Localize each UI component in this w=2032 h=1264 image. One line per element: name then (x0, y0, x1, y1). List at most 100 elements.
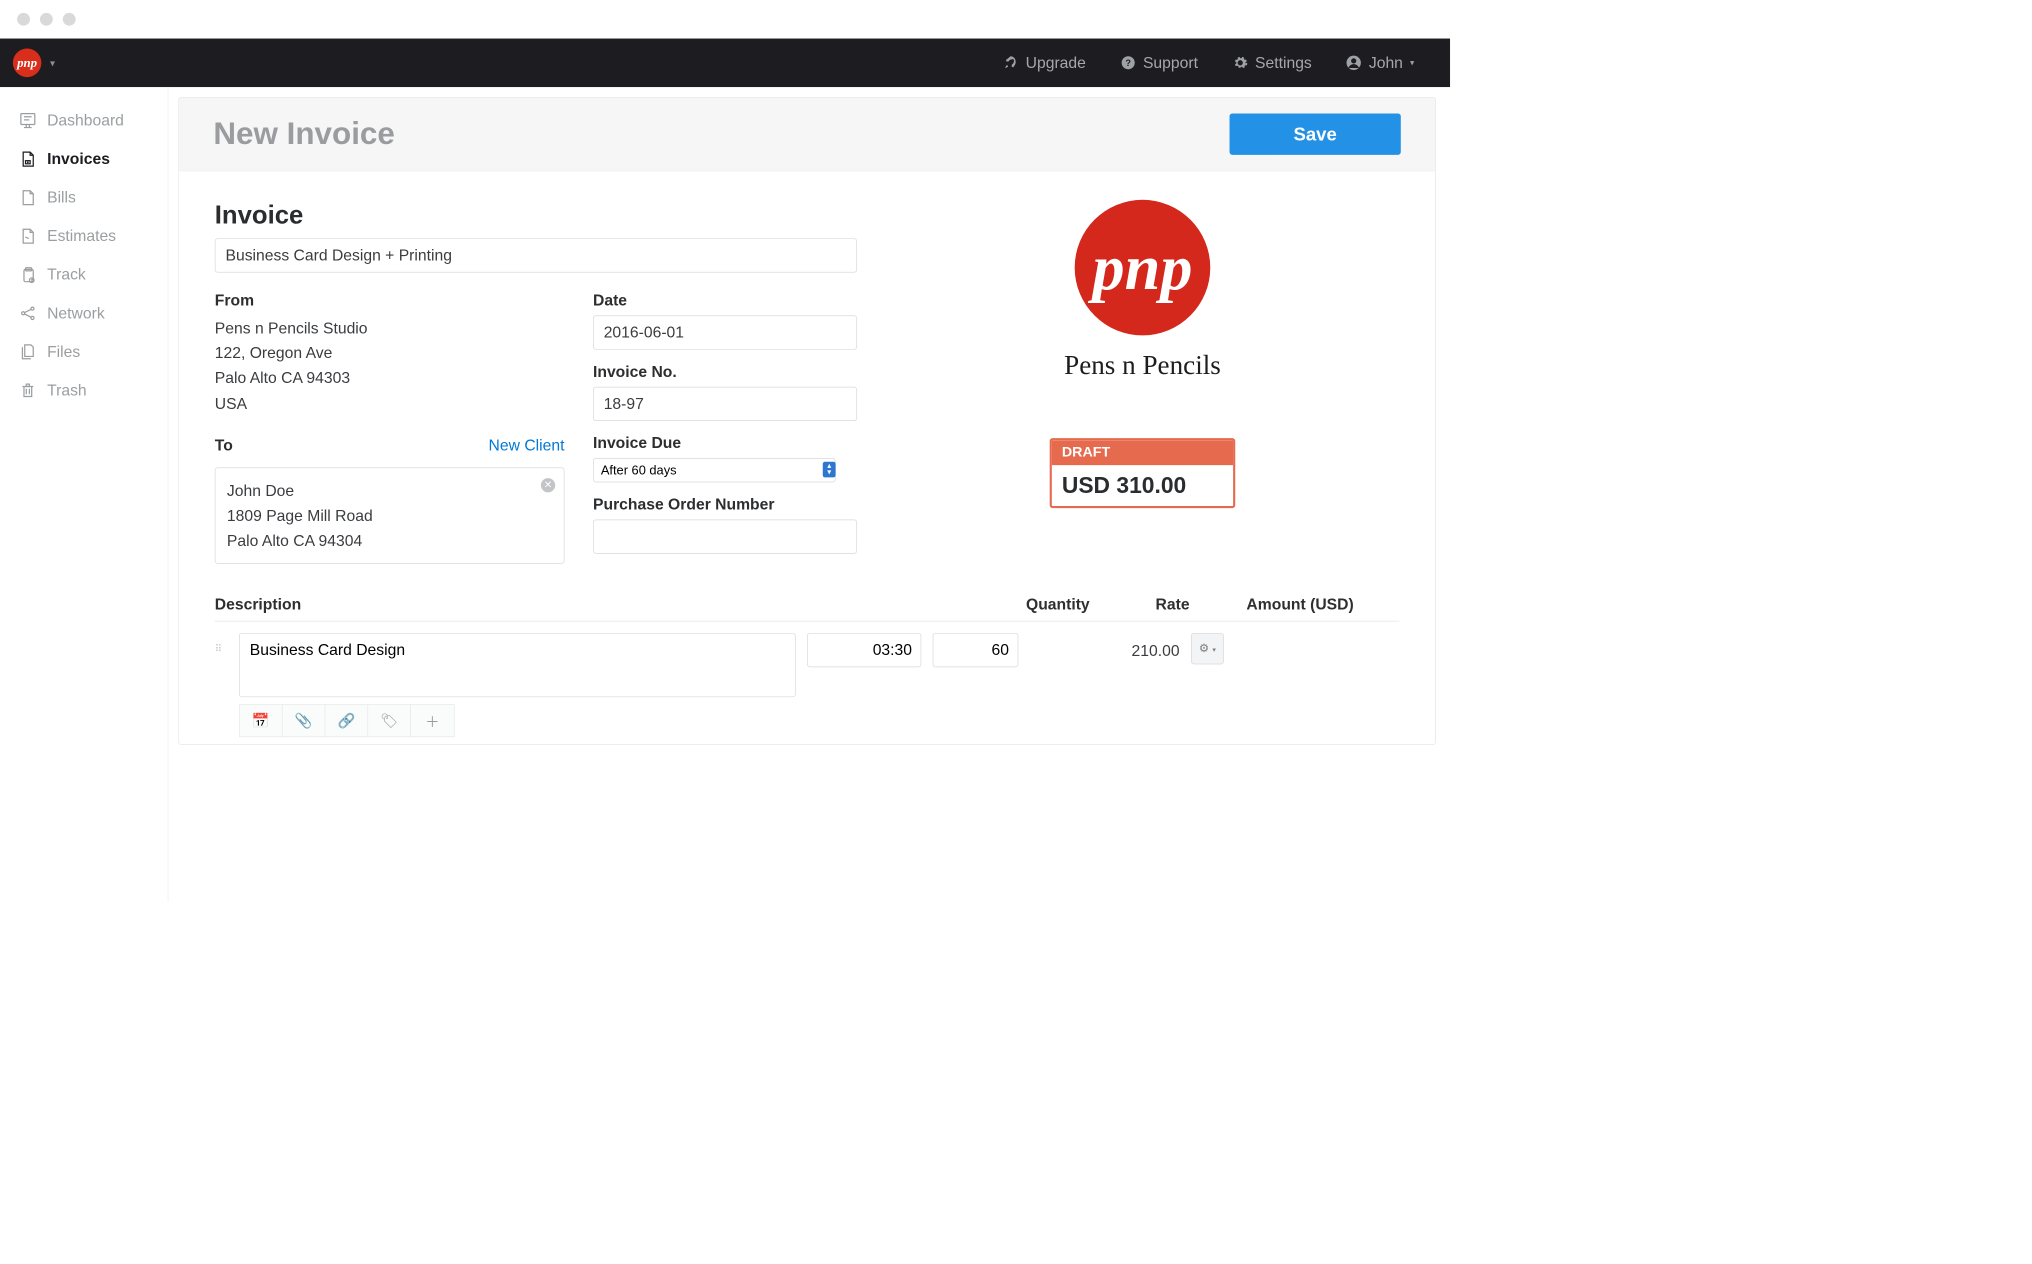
upgrade-link[interactable]: Upgrade (987, 54, 1101, 73)
page-title: New Invoice (213, 116, 394, 152)
settings-label: Settings (1255, 54, 1312, 73)
tool-attachment-button[interactable]: 📎 (283, 705, 326, 736)
line-actions-button[interactable]: ⚙ ▾ (1191, 633, 1224, 664)
user-icon (1346, 55, 1362, 71)
sidebar-item-label: Trash (47, 381, 87, 400)
pon-label: Purchase Order Number (593, 495, 857, 514)
tool-add-button[interactable]: ＋ (411, 705, 454, 736)
invoice-total: USD 310.00 (1052, 465, 1233, 506)
calendar-icon: 📅 (252, 713, 270, 729)
invoices-icon (19, 150, 38, 169)
window-max-dot[interactable] (63, 13, 76, 26)
bills-icon (19, 188, 38, 207)
to-line: Palo Alto CA 94304 (227, 528, 552, 553)
sidebar-item-dashboard[interactable]: Dashboard (0, 101, 168, 140)
to-line: John Doe (227, 478, 552, 503)
card-header: New Invoice Save (179, 98, 1435, 171)
network-icon (19, 304, 38, 323)
files-icon (19, 343, 38, 362)
date-input[interactable] (593, 315, 857, 349)
trash-icon (19, 381, 38, 400)
user-name: John (1369, 54, 1403, 73)
clear-client-icon[interactable]: ✕ (541, 478, 555, 492)
status-badge: DRAFT (1052, 440, 1233, 465)
help-icon: ? (1120, 55, 1136, 71)
from-line: USA (215, 391, 565, 416)
to-label: To (215, 436, 233, 455)
col-header-description: Description (215, 595, 947, 614)
window-close-dot[interactable] (17, 13, 30, 26)
gear-icon: ⚙ (1199, 643, 1209, 655)
upgrade-label: Upgrade (1026, 54, 1086, 73)
sidebar-item-label: Track (47, 265, 86, 284)
tool-tag-button[interactable]: 🏷 (368, 705, 411, 736)
sidebar-item-estimates[interactable]: Estimates (0, 217, 168, 256)
col-header-quantity: Quantity (947, 595, 1090, 614)
line-item-row: ⠿ 210.00 ⚙ ▾ (215, 622, 1400, 702)
line-description-input[interactable] (239, 633, 796, 697)
paperclip-icon: 📎 (295, 713, 313, 729)
sidebar-item-label: Files (47, 343, 80, 362)
due-select[interactable]: After 60 days (593, 458, 836, 482)
window-chrome (0, 0, 1450, 39)
line-items: Description Quantity Rate Amount (USD) ⠿… (215, 595, 1400, 737)
invoice-no-input[interactable] (593, 387, 857, 421)
from-line: 122, Oregon Ave (215, 341, 565, 366)
line-amount: 210.00 (1030, 633, 1180, 660)
sidebar-item-network[interactable]: Network (0, 294, 168, 333)
line-items-header: Description Quantity Rate Amount (USD) (215, 595, 1400, 621)
col-header-amount: Amount (USD) (1190, 595, 1354, 614)
sidebar-item-label: Bills (47, 188, 76, 207)
sidebar-item-bills[interactable]: Bills (0, 178, 168, 217)
line-quantity-input[interactable] (807, 633, 921, 667)
drag-handle-icon[interactable]: ⠿ (215, 633, 228, 655)
sidebar-item-files[interactable]: Files (0, 333, 168, 372)
sidebar-item-track[interactable]: Track (0, 255, 168, 294)
pon-input[interactable] (593, 520, 857, 554)
select-caret-icon: ▴▾ (823, 462, 836, 478)
dashboard-icon (19, 111, 38, 130)
chevron-down-icon: ▾ (1410, 58, 1414, 68)
plus-icon: ＋ (425, 715, 439, 731)
link-icon: 🔗 (338, 713, 356, 729)
new-client-link[interactable]: New Client (489, 436, 565, 455)
brand-name: Pens n Pencils (1064, 350, 1221, 381)
tool-calendar-button[interactable]: 📅 (240, 705, 283, 736)
track-icon (19, 265, 38, 284)
main-content: New Invoice Save Invoice From Pens n Pen… (168, 87, 1450, 902)
settings-link[interactable]: Settings (1217, 54, 1328, 73)
sidebar: Dashboard Invoices Bills Estimates Track… (0, 87, 168, 902)
sidebar-item-label: Invoices (47, 150, 110, 169)
invoice-heading: Invoice (215, 200, 857, 230)
gear-icon (1232, 55, 1248, 71)
status-box: DRAFT USD 310.00 (1050, 438, 1236, 508)
from-line: Pens n Pencils Studio (215, 315, 565, 340)
sidebar-item-trash[interactable]: Trash (0, 371, 168, 410)
topbar: pnp ▾ Upgrade ? Support Settings John ▾ (0, 39, 1450, 88)
svg-text:?: ? (1125, 58, 1131, 68)
from-address: Pens n Pencils Studio 122, Oregon Ave Pa… (215, 315, 565, 415)
user-menu[interactable]: John ▾ (1330, 54, 1430, 73)
due-label: Invoice Due (593, 434, 857, 453)
sidebar-item-label: Estimates (47, 227, 116, 246)
line-item-tools: 📅 📎 🔗 🏷 ＋ (239, 704, 455, 737)
to-client-box[interactable]: John Doe 1809 Page Mill Road Palo Alto C… (215, 467, 565, 564)
support-link[interactable]: ? Support (1104, 54, 1213, 73)
from-label: From (215, 291, 565, 310)
invoice-title-input[interactable] (215, 238, 857, 272)
estimates-icon (19, 227, 38, 246)
support-label: Support (1143, 54, 1198, 73)
brand-menu-chevron-icon[interactable]: ▾ (50, 57, 55, 69)
brand-logo-large: pnp (1075, 200, 1211, 336)
from-line: Palo Alto CA 94303 (215, 366, 565, 391)
save-button[interactable]: Save (1230, 113, 1401, 154)
tag-icon: 🏷 (380, 713, 398, 729)
tool-link-button[interactable]: 🔗 (325, 705, 368, 736)
sidebar-item-invoices[interactable]: Invoices (0, 140, 168, 179)
col-header-rate: Rate (1090, 595, 1190, 614)
window-min-dot[interactable] (40, 13, 53, 26)
line-rate-input[interactable] (933, 633, 1019, 667)
to-line: 1809 Page Mill Road (227, 503, 552, 528)
invoice-no-label: Invoice No. (593, 363, 857, 382)
brand-logo[interactable]: pnp (13, 49, 42, 78)
